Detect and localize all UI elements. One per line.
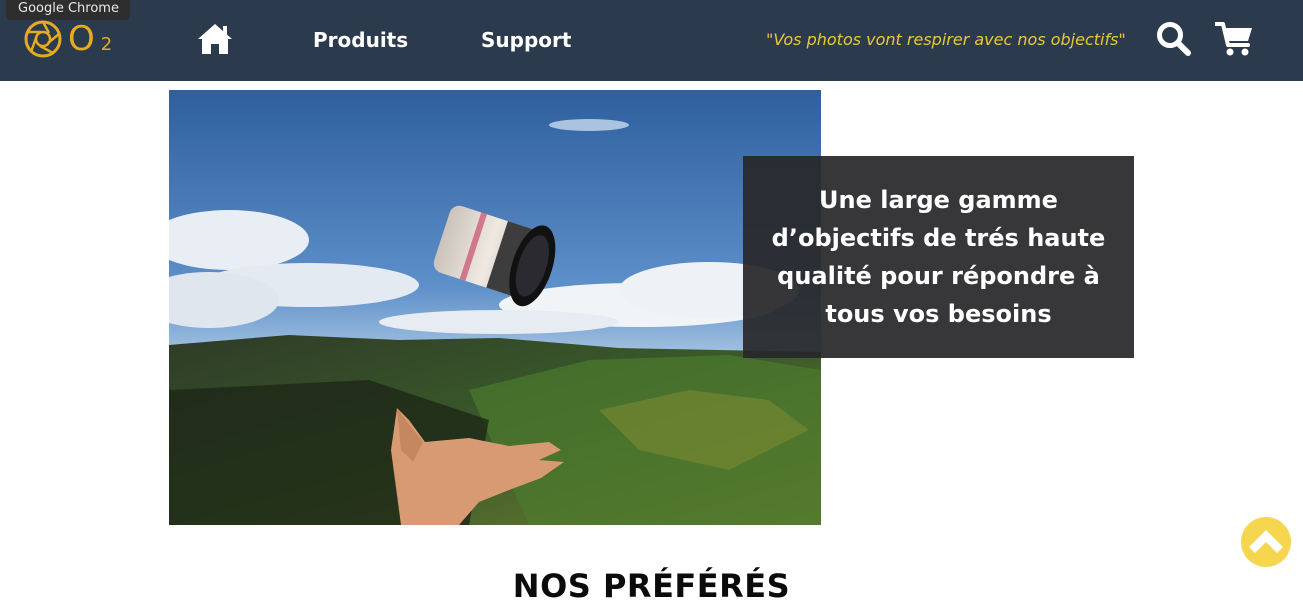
section-title: NOS PRÉFÉRÉS — [512, 567, 791, 605]
logo-wordmark: O2 — [68, 19, 113, 59]
search-icon[interactable] — [1156, 21, 1192, 61]
chevron-up-icon — [1249, 530, 1283, 553]
cart-icon[interactable] — [1214, 21, 1255, 61]
hero-caption: Une large gamme d’objectifs de trés haut… — [743, 156, 1134, 358]
nav-support-link[interactable]: Support — [481, 27, 571, 53]
hero-image — [169, 90, 821, 525]
home-icon[interactable] — [196, 22, 234, 60]
nav-produits-link[interactable]: Produits — [313, 27, 408, 53]
browser-tooltip: Google Chrome — [6, 0, 130, 20]
scroll-to-top-button[interactable] — [1241, 517, 1291, 567]
logo[interactable]: O2 — [23, 19, 123, 59]
navbar: Google Chrome O2 Produits Support "Vos p… — [0, 0, 1303, 81]
header-slogan: "Vos photos vont respirer avec nos objec… — [766, 30, 1126, 49]
hero-caption-text: Une large gamme d’objectifs de trés haut… — [771, 186, 1106, 328]
aperture-logo-icon — [24, 20, 62, 58]
